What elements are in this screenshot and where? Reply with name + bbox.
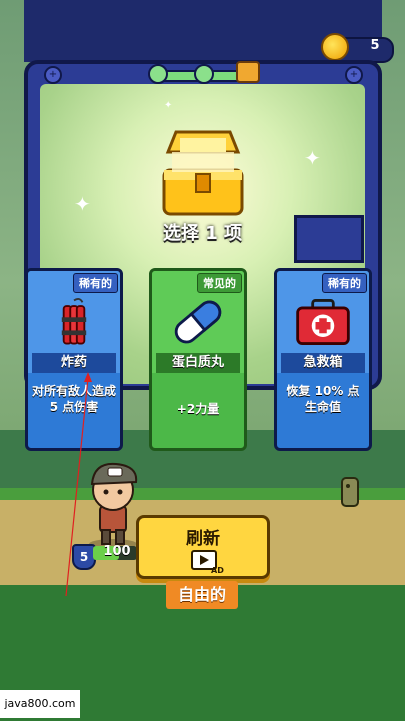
game-scene: 5 + + ✦ ✦ ✦ 选择 1 项 稀有的 炸药 对所有敌人造成 5 点伤害 … <box>0 0 405 721</box>
annotation-arrow <box>65 372 92 597</box>
watermark: java800.com <box>0 690 80 718</box>
